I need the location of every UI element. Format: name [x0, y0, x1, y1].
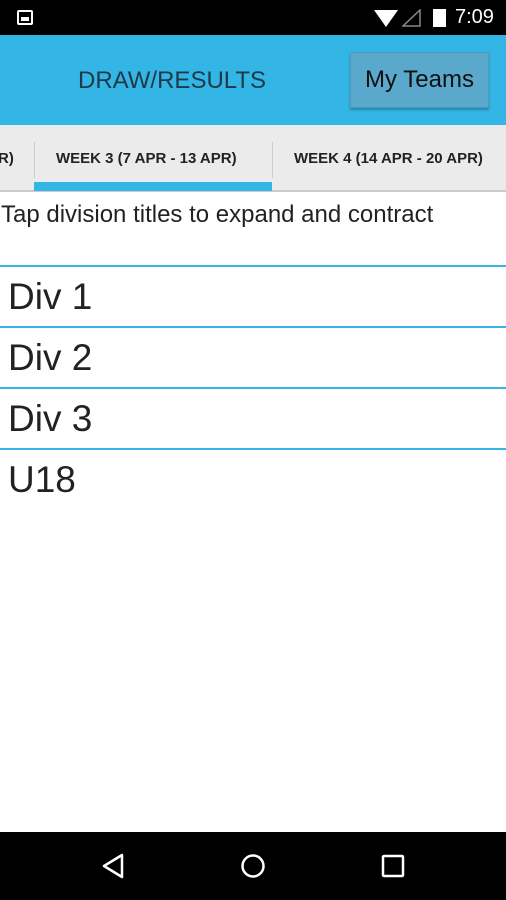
status-bar: 7:09 — [0, 0, 506, 35]
division-title[interactable]: Div 3 — [0, 387, 506, 448]
division-title[interactable]: Div 2 — [0, 326, 506, 387]
division-title[interactable]: U18 — [0, 448, 506, 509]
recents-icon[interactable] — [381, 854, 405, 878]
instruction-text: Tap division titles to expand and contra… — [1, 201, 434, 228]
week-tabs: R) WEEK 3 (7 APR - 13 APR) WEEK 4 (14 AP… — [0, 125, 506, 192]
tab-divider — [272, 142, 273, 178]
tab-week-4[interactable]: WEEK 4 (14 APR - 20 APR) — [294, 125, 483, 190]
tab-week-3[interactable]: WEEK 3 (7 APR - 13 APR) — [56, 125, 237, 190]
wifi-icon — [374, 10, 398, 27]
back-icon[interactable] — [100, 853, 126, 879]
home-icon[interactable] — [240, 853, 266, 879]
signal-icon — [402, 9, 421, 27]
division-title[interactable]: Div 1 — [0, 265, 506, 326]
app-bar: DRAW/RESULTS My Teams — [0, 35, 506, 125]
battery-icon — [433, 9, 446, 27]
navigation-bar — [0, 832, 506, 900]
tab-divider — [34, 142, 35, 178]
tab-week-2[interactable]: R) — [0, 125, 14, 190]
my-teams-button[interactable]: My Teams — [350, 52, 489, 108]
tab-indicator — [34, 182, 272, 191]
clock: 7:09 — [455, 6, 494, 28]
page-title: DRAW/RESULTS — [78, 67, 267, 94]
image-icon — [17, 10, 33, 25]
